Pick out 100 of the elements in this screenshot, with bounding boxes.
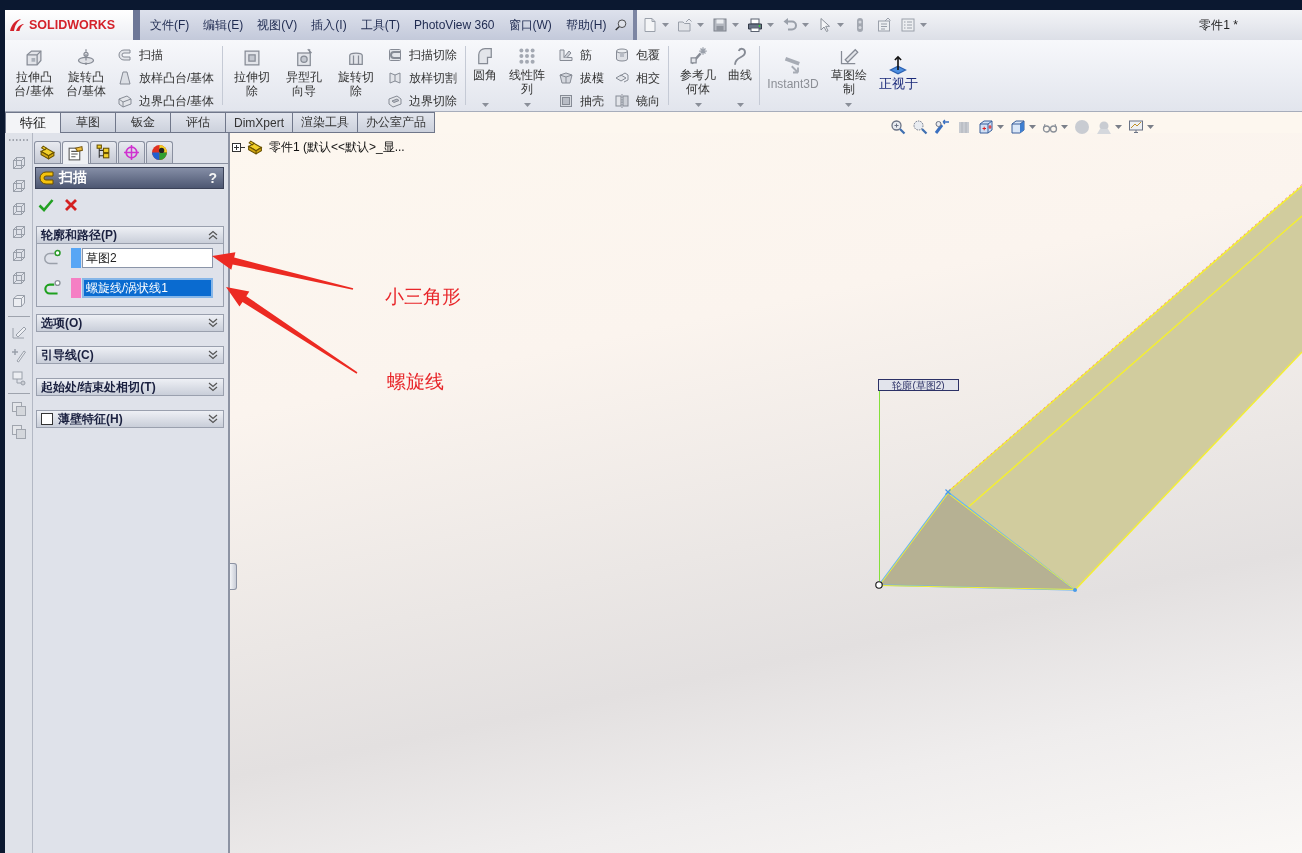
ribbon-button[interactable]: 边界凸台/基体 <box>115 91 217 111</box>
ribbon-button[interactable]: 圆角 <box>470 42 501 111</box>
caret-icon[interactable] <box>997 125 1004 129</box>
ribbon-button[interactable]: 正视于 <box>875 42 921 111</box>
ribbon-button[interactable]: 拔模 <box>556 68 607 88</box>
caret-icon[interactable] <box>697 23 704 27</box>
sphere-icon[interactable] <box>1074 119 1090 135</box>
magnifier-icon[interactable] <box>912 119 928 135</box>
document-icon[interactable] <box>642 17 658 33</box>
undo-icon[interactable] <box>782 17 798 33</box>
pin-icon[interactable] <box>613 17 627 33</box>
menu-item[interactable]: 编辑(E) <box>196 14 251 36</box>
expand-icon[interactable] <box>232 143 245 152</box>
caret-icon <box>523 103 531 107</box>
menu-item[interactable]: 插入(I) <box>304 14 354 36</box>
caret-icon[interactable] <box>837 23 844 27</box>
ribbon-button[interactable]: 参考几何体 <box>673 42 724 111</box>
ribbon-button[interactable]: 包覆 <box>612 45 663 65</box>
ribbon-button[interactable]: 拉伸切除 <box>227 42 278 111</box>
command-tab[interactable]: 渲染工具 <box>292 112 358 132</box>
view-cube-icon[interactable] <box>978 119 994 135</box>
section-header[interactable]: 引导线(C) <box>36 346 224 364</box>
panel-tab[interactable] <box>146 141 173 163</box>
printer-icon[interactable] <box>747 17 763 33</box>
wireframe-cube-icon[interactable] <box>10 224 27 240</box>
shaded-cube-icon[interactable] <box>1010 119 1026 135</box>
caret-icon[interactable] <box>1115 125 1122 129</box>
profile-callout: 轮廓(草图2) <box>878 379 959 391</box>
command-tab[interactable]: 特征 <box>5 112 61 133</box>
caret-icon[interactable] <box>1061 125 1068 129</box>
plus-pencil-icon[interactable] <box>10 347 27 363</box>
menu-item[interactable]: 帮助(H) <box>558 14 614 36</box>
caret-icon[interactable] <box>1147 125 1154 129</box>
ribbon-button[interactable]: 旋转凸台/基体 <box>61 42 111 111</box>
wireframe-cube-icon[interactable] <box>10 270 27 286</box>
command-tab[interactable]: 钣金 <box>115 112 171 132</box>
save-icon[interactable] <box>712 17 728 33</box>
list-icon[interactable] <box>900 17 916 33</box>
caret-icon[interactable] <box>767 23 774 27</box>
ribbon-button[interactable]: 抽壳 <box>556 91 607 111</box>
sketch-pencil-icon[interactable] <box>10 324 27 340</box>
checkbox[interactable] <box>41 413 53 425</box>
command-tab[interactable]: 评估 <box>170 112 226 132</box>
ribbon-button[interactable]: 镜向 <box>612 91 663 111</box>
caret-icon[interactable] <box>1029 125 1036 129</box>
menu-item[interactable]: 文件(F) <box>143 14 197 36</box>
section-header[interactable]: 轮廓和路径(P) <box>36 226 224 244</box>
section-header[interactable]: 薄壁特征(H) <box>36 410 224 428</box>
selection-field[interactable]: 草图2 <box>82 248 213 268</box>
ribbon-button[interactable]: 异型孔向导 <box>279 42 330 111</box>
section-header[interactable]: 起始处/结束处相切(T) <box>36 378 224 396</box>
ribbon-button[interactable]: 放样切割 <box>385 68 460 88</box>
wireframe-cube-icon[interactable] <box>10 247 27 263</box>
command-tab[interactable]: 草图 <box>60 112 116 132</box>
section-block-icon[interactable] <box>956 119 972 135</box>
ribbon-button[interactable]: 曲线 <box>725 42 756 111</box>
tree-item[interactable]: 零件1 (默认<<默认>_显... <box>269 139 405 156</box>
panel-tab[interactable] <box>34 141 61 163</box>
command-tab[interactable]: DimXpert <box>225 112 293 132</box>
menu-item[interactable]: PhotoView 360 <box>407 16 502 34</box>
close-icon[interactable] <box>64 197 78 212</box>
stacked-squares-icon[interactable] <box>10 401 27 417</box>
help-button[interactable]: ? <box>208 170 217 186</box>
stacked-squares-icon[interactable] <box>10 424 27 440</box>
caret-icon[interactable] <box>732 23 739 27</box>
ribbon-button[interactable]: 扫描切除 <box>385 45 460 65</box>
ribbon-button[interactable]: 扫描 <box>115 45 217 65</box>
ribbon-button[interactable]: 旋转切除 <box>331 42 382 111</box>
command-tab[interactable]: 办公室产品 <box>357 112 435 132</box>
caret-icon[interactable] <box>662 23 669 27</box>
wireframe-cube-icon[interactable] <box>10 201 27 217</box>
ribbon-button[interactable]: 筋 <box>556 45 607 65</box>
section-header[interactable]: 选项(O) <box>36 314 224 332</box>
wireframe-cube-icon[interactable] <box>10 178 27 194</box>
ribbon-button[interactable]: 边界切除 <box>385 91 460 111</box>
selection-field[interactable]: 螺旋线/涡状线1 <box>82 278 213 298</box>
sphere-stage-icon[interactable] <box>1096 119 1112 135</box>
monitor-icon[interactable] <box>1128 119 1144 135</box>
ribbon-button[interactable]: 草图绘制 <box>823 42 874 111</box>
collapse-handle[interactable] <box>230 563 237 590</box>
menu-item[interactable]: 工具(T) <box>353 14 407 36</box>
rib-icon <box>558 47 575 63</box>
pointer-icon[interactable] <box>817 17 833 33</box>
document-lines-icon[interactable] <box>876 17 892 33</box>
caret-icon[interactable] <box>920 23 927 27</box>
check-icon[interactable] <box>38 197 54 212</box>
ribbon-button[interactable]: 拉伸凸台/基体 <box>9 42 59 111</box>
ribbon-button[interactable]: 相交 <box>612 68 663 88</box>
caret-icon[interactable] <box>802 23 809 27</box>
ribbon-button[interactable]: 线性阵列 <box>502 42 553 111</box>
ribbon-button[interactable]: 放样凸台/基体 <box>115 68 217 88</box>
tube-arrow-icon[interactable] <box>934 119 950 135</box>
menu-item[interactable]: 视图(V) <box>250 14 305 36</box>
wireframe-cube-icon[interactable] <box>10 155 27 171</box>
menu-item[interactable]: 窗口(W) <box>501 14 559 36</box>
panel-tab[interactable] <box>90 141 117 163</box>
cube-icon[interactable] <box>10 293 27 309</box>
property-title: 扫描 <box>59 169 88 187</box>
linked-box-icon[interactable] <box>10 370 27 386</box>
folder-icon[interactable] <box>677 17 693 33</box>
